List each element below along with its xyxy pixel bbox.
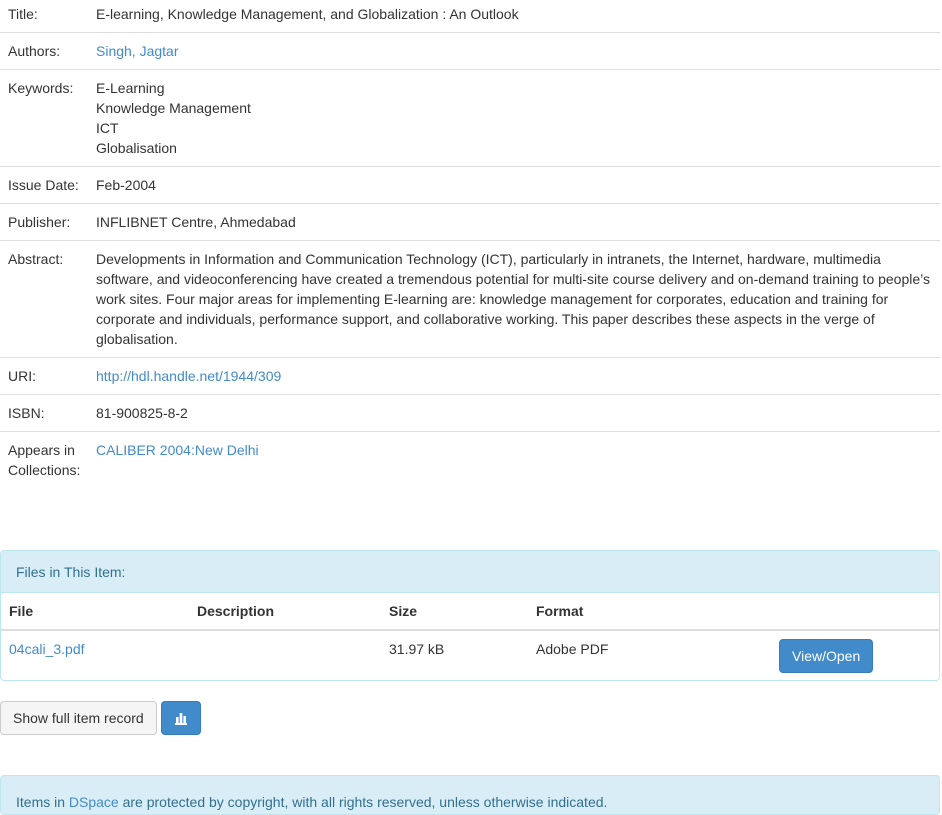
- metadata-row: Title: E-learning, Knowledge Management, …: [0, 0, 940, 32]
- metadata-label: Keywords:: [8, 80, 74, 96]
- metadata-text: Knowledge Management: [96, 100, 251, 116]
- files-panel-heading: Files in This Item:: [1, 551, 939, 593]
- notice-prefix: Items in: [16, 794, 69, 810]
- column-header-action: [771, 593, 939, 631]
- metadata-row: Appears in Collections: CALIBER 2004:New …: [0, 431, 940, 488]
- metadata-text: Feb-2004: [96, 177, 156, 193]
- metadata-row: Publisher: INFLIBNET Centre, Ahmedabad: [0, 203, 940, 240]
- show-full-record-button[interactable]: Show full item record: [0, 701, 157, 735]
- action-cell: View/Open: [771, 630, 939, 680]
- column-header-file: File: [1, 593, 189, 631]
- metadata-text: E-learning, Knowledge Management, and Gl…: [96, 6, 519, 22]
- files-panel: Files in This Item: File Description Siz…: [0, 550, 940, 681]
- dspace-link[interactable]: DSpace: [69, 794, 119, 810]
- metadata-value: Feb-2004: [96, 175, 940, 195]
- metadata-row: Issue Date: Feb-2004: [0, 166, 940, 203]
- metadata-value: CALIBER 2004:New Delhi: [96, 440, 940, 480]
- metadata-text: INFLIBNET Centre, Ahmedabad: [96, 214, 296, 230]
- metadata-label: Appears in Collections:: [8, 442, 81, 478]
- size-cell: 31.97 kB: [389, 641, 445, 657]
- copyright-notice: Items in DSpace are protected by copyrig…: [0, 775, 940, 815]
- file-cell: 04cali_3.pdf: [1, 630, 189, 680]
- metadata-text: ICT: [96, 120, 119, 136]
- metadata-row: Abstract: Developments in Information and…: [0, 240, 940, 357]
- metadata-row: Keywords: E-Learning Knowledge Management I…: [0, 69, 940, 166]
- file-link[interactable]: 04cali_3.pdf: [9, 641, 85, 657]
- metadata-link[interactable]: Singh, Jagtar: [96, 41, 934, 61]
- metadata-value: Singh, Jagtar: [96, 41, 940, 61]
- column-header-format: Format: [528, 593, 771, 631]
- metadata-label: URI:: [8, 368, 36, 384]
- files-table-header: File Description Size Format: [1, 593, 939, 631]
- item-metadata-table: Title: E-learning, Knowledge Management, …: [0, 0, 940, 488]
- metadata-text: Globalisation: [96, 140, 177, 156]
- metadata-value: INFLIBNET Centre, Ahmedabad: [96, 212, 940, 232]
- metadata-label: Title:: [8, 6, 38, 22]
- view-open-button[interactable]: View/Open: [779, 639, 874, 673]
- column-header-description: Description: [189, 593, 381, 631]
- metadata-value: Developments in Information and Communic…: [96, 249, 940, 349]
- notice-suffix: are protected by copyright, with all rig…: [118, 794, 608, 810]
- metadata-value: E-Learning Knowledge Management ICT Globali…: [96, 78, 940, 158]
- metadata-label: Abstract:: [8, 251, 64, 267]
- metadata-link[interactable]: CALIBER 2004:New Delhi: [96, 440, 934, 460]
- description-cell: [189, 630, 381, 680]
- table-row: 04cali_3.pdf 31.97 kB Adobe PDF View/Ope…: [1, 630, 939, 680]
- metadata-text: E-Learning: [96, 80, 165, 96]
- metadata-value: http://hdl.handle.net/1944/309: [96, 366, 940, 386]
- column-header-size: Size: [381, 593, 528, 631]
- metadata-text: 81-900825-8-2: [96, 405, 188, 421]
- metadata-label: ISBN:: [8, 405, 45, 421]
- metadata-link[interactable]: http://hdl.handle.net/1944/309: [96, 366, 934, 386]
- statistics-button[interactable]: [161, 701, 201, 735]
- metadata-text: Developments in Information and Communic…: [96, 251, 931, 347]
- metadata-value: 81-900825-8-2: [96, 403, 940, 423]
- bar-chart-icon: [175, 713, 187, 725]
- format-cell: Adobe PDF: [536, 641, 609, 657]
- files-table: File Description Size Format 04cali_3.pd…: [1, 593, 939, 680]
- metadata-row: Authors: Singh, Jagtar: [0, 32, 940, 69]
- metadata-row: ISBN: 81-900825-8-2: [0, 394, 940, 431]
- metadata-label: Issue Date:: [8, 177, 79, 193]
- metadata-label: Authors:: [8, 43, 61, 59]
- metadata-label: Publisher:: [8, 214, 71, 230]
- metadata-row: URI: http://hdl.handle.net/1944/309: [0, 357, 940, 394]
- metadata-value: E-learning, Knowledge Management, and Gl…: [96, 4, 940, 24]
